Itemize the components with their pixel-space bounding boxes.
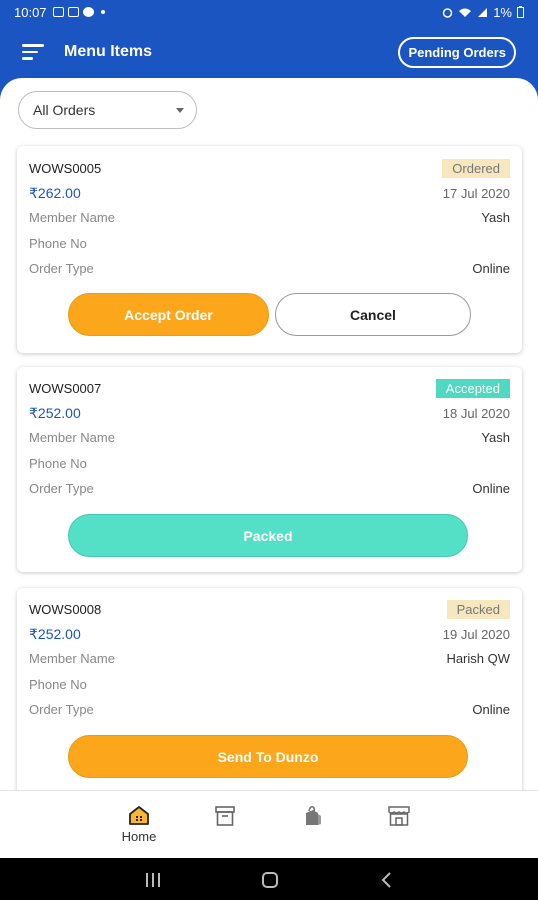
order-id: WOWS0008 <box>29 602 102 617</box>
shopping-bag-icon <box>306 806 321 825</box>
cancel-button[interactable]: Cancel <box>275 293 471 336</box>
member-name-label: Member Name <box>29 210 115 225</box>
order-type-value: Online <box>472 702 510 717</box>
status-badge: Ordered <box>442 159 510 178</box>
member-name-value: Yash <box>481 210 510 225</box>
status-badge: Accepted <box>435 379 510 398</box>
order-price: ₹252.00 <box>29 626 81 642</box>
battery-icon <box>517 6 524 18</box>
status-bar: 10:07 1% <box>0 0 538 24</box>
order-type-label: Order Type <box>29 261 94 276</box>
app-notification-icon <box>82 7 94 17</box>
battery-percent: 1% <box>493 4 512 20</box>
order-type-label: Order Type <box>29 702 94 717</box>
accept-order-button[interactable]: Accept Order <box>68 293 269 336</box>
order-id: WOWS0007 <box>29 381 102 396</box>
nav-item-archive[interactable] <box>195 791 255 859</box>
more-notifications-icon <box>100 10 105 14</box>
order-type-value: Online <box>472 261 510 276</box>
order-date: 19 Jul 2020 <box>442 627 510 642</box>
nav-item-orders[interactable] <box>282 791 342 859</box>
menu-icon[interactable] <box>22 44 46 60</box>
image-notification-icon <box>52 7 64 17</box>
system-navigation-bar <box>0 858 538 900</box>
packed-button[interactable]: Packed <box>68 514 468 557</box>
order-date: 17 Jul 2020 <box>442 186 510 201</box>
order-card: WOWS0005 Ordered ₹262.00 17 Jul 2020 Mem… <box>17 146 522 353</box>
pending-orders-button[interactable]: Pending Orders <box>398 36 516 68</box>
archive-box-icon <box>215 806 235 826</box>
status-badge: Packed <box>446 600 510 619</box>
notification-icons <box>52 7 105 17</box>
recents-icon[interactable] <box>145 872 161 888</box>
order-price: ₹252.00 <box>29 405 81 421</box>
store-icon <box>388 806 410 826</box>
order-id: WOWS0005 <box>29 161 102 176</box>
order-type-label: Order Type <box>29 481 94 496</box>
home-icon <box>129 806 149 825</box>
phone-no-label: Phone No <box>29 236 87 251</box>
member-name-label: Member Name <box>29 651 115 666</box>
phone-no-label: Phone No <box>29 456 87 471</box>
alarm-icon <box>442 7 453 18</box>
orders-list[interactable]: All Orders WOWS0005 Ordered ₹262.00 17 J… <box>0 78 538 790</box>
system-status-icons: 1% <box>442 5 524 20</box>
order-filter-value: All Orders <box>33 102 96 118</box>
order-date: 18 Jul 2020 <box>442 406 510 421</box>
gallery-notification-icon <box>67 7 79 17</box>
member-name-value: Harish QW <box>446 651 510 666</box>
order-price: ₹262.00 <box>29 185 81 201</box>
wifi-icon <box>459 8 472 17</box>
nav-item-label: Home <box>121 829 157 844</box>
order-filter-dropdown[interactable]: All Orders <box>18 91 197 129</box>
app-bar: Menu Items Pending Orders <box>0 24 538 80</box>
home-button-icon[interactable] <box>261 871 279 889</box>
bottom-nav: Home <box>0 790 538 858</box>
order-card: WOWS0008 Packed ₹252.00 19 Jul 2020 Memb… <box>17 588 522 790</box>
phone-no-label: Phone No <box>29 677 87 692</box>
member-name-value: Yash <box>481 430 510 445</box>
send-to-dunzo-button[interactable]: Send To Dunzo <box>68 735 468 778</box>
member-name-label: Member Name <box>29 430 115 445</box>
back-icon[interactable] <box>380 871 394 889</box>
nav-item-home[interactable]: Home <box>109 791 169 859</box>
order-type-value: Online <box>472 481 510 496</box>
page-title: Menu Items <box>64 43 153 60</box>
nav-item-store[interactable] <box>369 791 429 859</box>
chevron-down-icon <box>176 107 184 113</box>
signal-icon <box>478 7 488 17</box>
status-time: 10:07 <box>14 4 47 20</box>
order-card: WOWS0007 Accepted ₹252.00 18 Jul 2020 Me… <box>17 367 522 572</box>
